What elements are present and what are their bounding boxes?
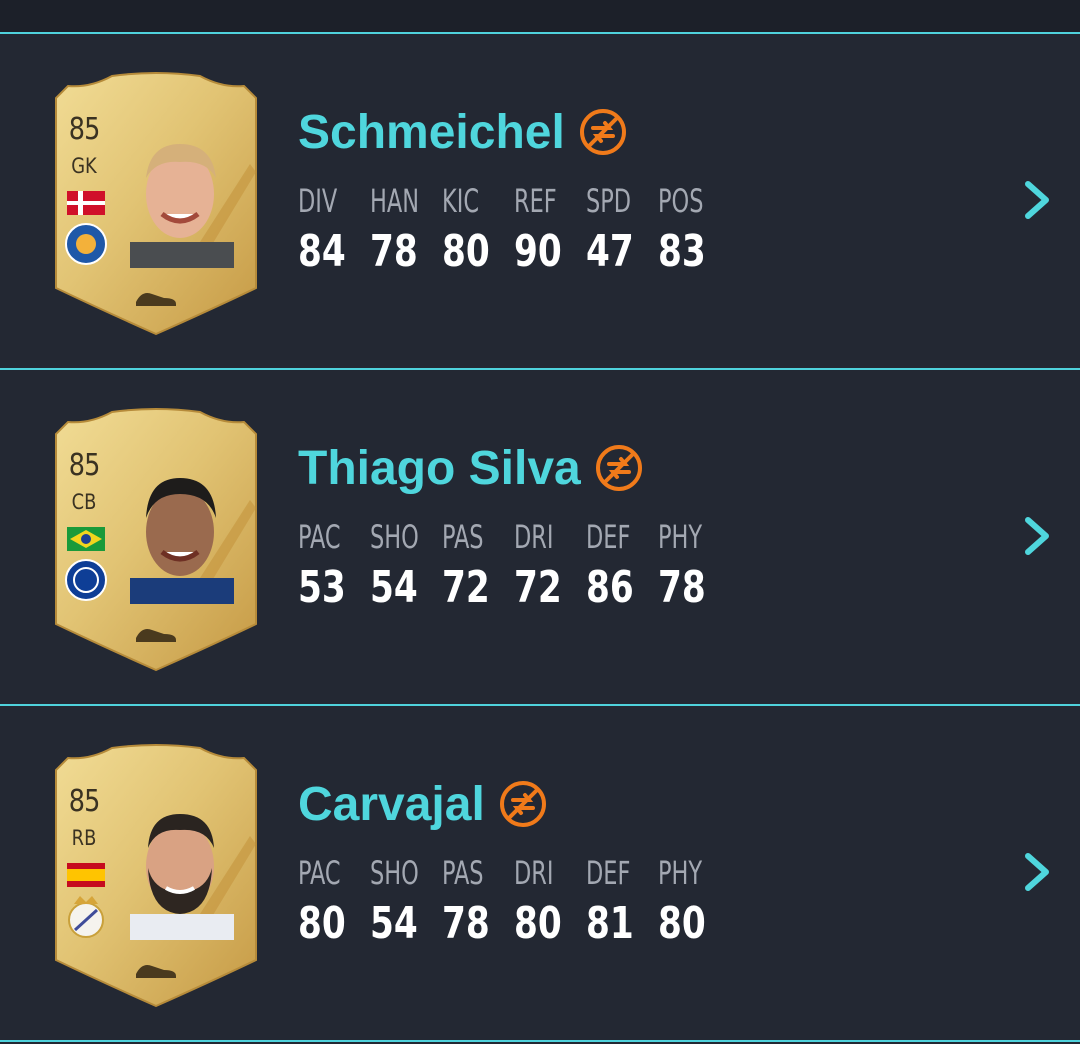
stat-label: PAS [442,518,484,556]
chevron-right-icon[interactable] [1022,516,1052,556]
stat-value: 80 [514,898,562,949]
chelsea-crest-icon [65,559,107,601]
stat-label: DEF [586,854,631,892]
stats-row: PAC 53 SHO 54 PAS 72 DRI 72 DEF 86 PHY 78 [298,518,730,613]
player-row[interactable]: 85 RB Carvajal PAC 80 SHO 54 PAS 78 DRI … [0,706,1080,1042]
stat-label: HAN [370,182,420,220]
stat: PHY 80 [658,854,708,949]
stat-value: 78 [442,898,490,949]
player-row[interactable]: 85 GK Schmeichel DIV 84 HAN 78 KIC 80 RE… [0,34,1080,370]
untradeable-icon [595,445,642,491]
player-name: Schmeichel [298,105,565,159]
player-card: 85 GK [50,72,262,338]
stat: SHO 54 [370,854,420,949]
player-photo [130,814,234,940]
stat-value: 78 [658,562,706,613]
stats-row: DIV 84 HAN 78 KIC 80 REF 90 SPD 47 POS 83 [298,182,730,277]
stats-row: PAC 80 SHO 54 PAS 78 DRI 80 DEF 81 PHY 80 [298,854,730,949]
stat-label: POS [658,182,704,220]
stat: DEF 86 [586,518,636,613]
stat: DRI 72 [514,518,564,613]
chevron-right-icon[interactable] [1022,180,1052,220]
card-rating: 85 [68,784,101,819]
stat-value: 54 [370,898,418,949]
real-madrid-crest-icon [68,896,104,938]
leicester-crest-icon [65,223,107,265]
stat-value: 72 [514,562,562,613]
card-position: GK [71,154,97,178]
stat-label: DEF [586,518,631,556]
boot-icon [136,965,176,978]
card-position: RB [71,826,97,850]
spain-flag-icon [67,863,105,887]
player-card: 85 CB [50,408,262,674]
stat-value: 72 [442,562,490,613]
denmark-flag-icon [67,191,105,215]
stat-value: 86 [586,562,634,613]
stat-label: PAS [442,854,484,892]
untradeable-icon [579,109,626,155]
stat-value: 54 [370,562,418,613]
stat-value: 47 [586,226,634,277]
stat: HAN 78 [370,182,420,277]
stat: DRI 80 [514,854,564,949]
stat-label: DRI [514,854,554,892]
chevron-right-icon[interactable] [1022,852,1052,892]
stat: PAC 80 [298,854,348,949]
stat-label: SHO [370,854,419,892]
card-position: CB [71,490,97,514]
stat-label: KIC [442,182,480,220]
stat-label: PAC [298,854,341,892]
player-name: Thiago Silva [298,441,581,495]
stat-value: 90 [514,226,562,277]
top-bar [0,0,1080,34]
boot-icon [136,293,176,306]
player-photo [130,478,234,604]
card-rating: 85 [68,448,101,483]
stat-label: REF [514,182,557,220]
stat-label: SPD [586,182,632,220]
stat-label: PHY [658,854,703,892]
player-name: Carvajal [298,777,485,831]
stat-value: 80 [298,898,346,949]
stat-label: SHO [370,518,419,556]
stat: PAS 78 [442,854,492,949]
player-card: 85 RB [50,744,262,1010]
stat: SPD 47 [586,182,636,277]
stat-value: 53 [298,562,346,613]
card-rating: 85 [68,112,101,147]
stat-value: 80 [658,898,706,949]
stat: DEF 81 [586,854,636,949]
stat: PHY 78 [658,518,708,613]
player-row[interactable]: 85 CB Thiago Silva PAC 53 SHO 54 PAS 72 … [0,370,1080,706]
stat: KIC 80 [442,182,492,277]
stat-label: PAC [298,518,341,556]
stat-value: 81 [586,898,634,949]
stat: PAS 72 [442,518,492,613]
stat: REF 90 [514,182,564,277]
stat-label: PHY [658,518,703,556]
stat-label: DIV [298,182,338,220]
player-photo [130,144,234,268]
untradeable-icon [499,781,546,827]
stat-value: 83 [658,226,706,277]
stat-label: DRI [514,518,554,556]
stat-value: 80 [442,226,490,277]
stat: SHO 54 [370,518,420,613]
brazil-flag-icon [67,527,105,551]
stat-value: 84 [298,226,346,277]
stat: PAC 53 [298,518,348,613]
player-list: 85 GK Schmeichel DIV 84 HAN 78 KIC 80 RE… [0,34,1080,1042]
boot-icon [136,629,176,642]
stat-value: 78 [370,226,418,277]
stat: DIV 84 [298,182,348,277]
stat: POS 83 [658,182,708,277]
